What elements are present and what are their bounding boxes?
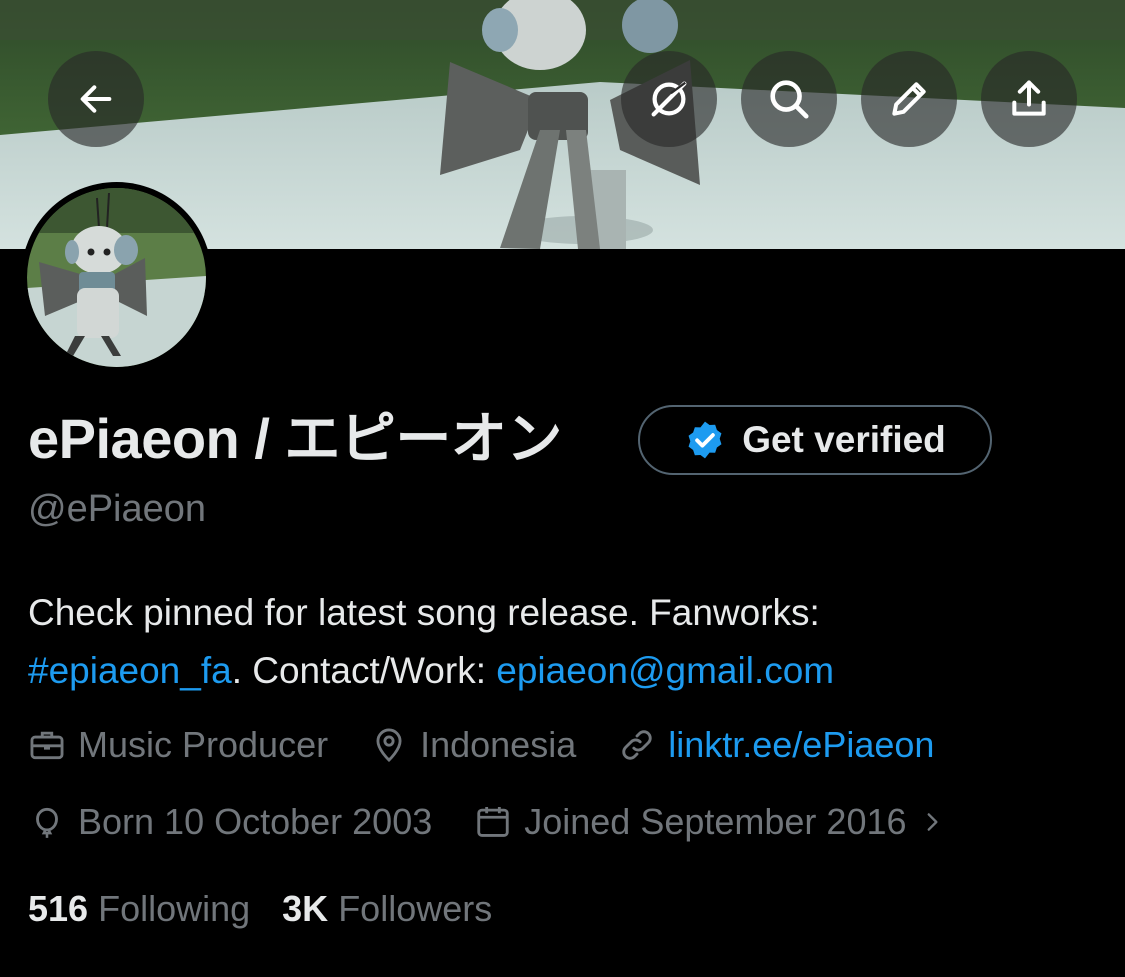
birthday-label: Born 10 October 2003 [78,801,433,842]
profile-meta-row-1: Music Producer Indonesia linktr.ee/ePiae… [28,720,934,770]
followers-count: 3K [282,888,329,929]
back-button[interactable] [48,51,144,147]
followers-stat[interactable]: 3K Followers [282,886,492,932]
slashed-circle-icon [651,81,687,117]
username-handle: @ePiaeon [28,488,207,530]
edit-button[interactable] [861,51,957,147]
website-item[interactable]: linktr.ee/ePiaeon [618,724,934,766]
briefcase-icon [30,731,64,760]
display-name: ePiaeon / エピーオン [28,407,562,470]
get-verified-label: Get verified [742,419,946,460]
bio-email-link[interactable]: epiaeon@gmail.com [496,650,834,691]
following-label: Following [98,888,251,929]
avatar-ring [21,182,212,373]
balloon-icon [36,807,58,838]
pencil-icon [892,82,926,116]
joined-label: Joined September 2016 [524,801,907,842]
magnifier-icon [770,80,809,119]
get-verified-button[interactable]: Get verified [638,405,992,475]
birthday-item: Born 10 October 2003 [28,801,432,843]
follow-stats: 516 Following 3K Followers [28,886,492,932]
bio-text-2: . Contact/Work: [231,650,497,691]
avatar-image [27,188,206,367]
avatar[interactable] [27,188,206,367]
search-button[interactable] [741,51,837,147]
location-label: Indonesia [420,724,577,765]
website-link[interactable]: linktr.ee/ePiaeon [668,724,934,766]
followers-label: Followers [338,888,493,929]
link-icon [622,730,652,760]
joined-item[interactable]: Joined September 2016 [474,801,944,843]
following-stat[interactable]: 516 Following [28,886,250,932]
profile-page: ePiaeon / エピーオン Get verified @ePiaeon Ch… [0,0,1125,977]
profile-meta-row-2: Born 10 October 2003 Joined September 20… [28,797,945,847]
upload-icon [1012,80,1046,116]
calendar-icon [477,806,509,837]
bio-text-1: Check pinned for latest song release. Fa… [28,592,820,633]
mute-button[interactable] [621,51,717,147]
profession-label: Music Producer [78,724,329,765]
profile-bio: Check pinned for latest song release. Fa… [28,584,1088,700]
verified-badge-icon [688,421,722,459]
following-count: 516 [28,888,89,929]
share-button[interactable] [981,51,1077,147]
profession-item: Music Producer [28,724,328,766]
arrow-left-icon [80,85,112,113]
location-item: Indonesia [370,724,576,766]
chevron-right-icon [927,813,938,831]
bio-hashtag-link[interactable]: #epiaeon_fa [28,650,232,691]
location-pin-icon [376,728,402,762]
